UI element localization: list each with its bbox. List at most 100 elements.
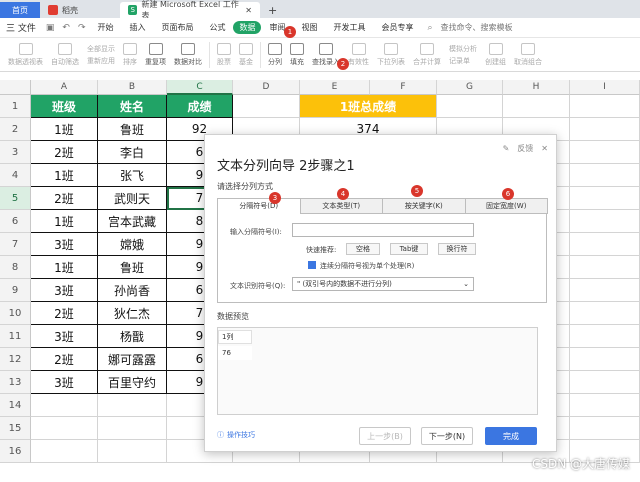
grid-cell[interactable]: [98, 417, 167, 440]
finish-button[interactable]: 完成: [485, 427, 537, 445]
grid-cell[interactable]: [570, 95, 640, 118]
row-header[interactable]: 8: [0, 256, 31, 279]
grid-cell[interactable]: [98, 394, 167, 417]
grid-cell[interactable]: [570, 233, 640, 256]
table-cell[interactable]: 宫本武藏: [98, 210, 167, 233]
duplicate-button[interactable]: 重复项: [141, 39, 170, 71]
simulate-button[interactable]: 模拟分析: [449, 44, 477, 54]
tab-document[interactable]: S 新建 Microsoft Excel 工作表 ✕: [120, 0, 260, 20]
tab-fixed-width[interactable]: 固定宽度(W): [464, 198, 548, 214]
table-header-cell[interactable]: 姓名: [98, 95, 167, 118]
table-cell[interactable]: 1班: [31, 118, 98, 141]
table-cell[interactable]: 3班: [31, 371, 98, 394]
grid-cell[interactable]: [570, 187, 640, 210]
grid-cell[interactable]: [570, 279, 640, 302]
table-cell[interactable]: 1班: [31, 164, 98, 187]
menu-formula[interactable]: 公式: [201, 22, 233, 33]
menu-layout[interactable]: 页面布局: [153, 22, 201, 33]
close-icon[interactable]: ✕: [245, 6, 252, 15]
feedback-icon[interactable]: ✎: [503, 144, 510, 153]
row-header[interactable]: 1: [0, 95, 31, 118]
row-header[interactable]: 7: [0, 233, 31, 256]
grid-cell[interactable]: [31, 440, 98, 463]
file-menu[interactable]: 三 文件: [0, 21, 42, 34]
table-cell[interactable]: 2班: [31, 187, 98, 210]
table-cell[interactable]: 李白: [98, 141, 167, 164]
ungroup-button[interactable]: 取消组合: [510, 39, 546, 71]
table-cell[interactable]: 张飞: [98, 164, 167, 187]
table-cell[interactable]: 3班: [31, 279, 98, 302]
column-header[interactable]: B: [98, 80, 167, 95]
grid-cell[interactable]: [503, 95, 570, 118]
close-icon[interactable]: ✕: [541, 144, 548, 153]
consecutive-checkbox[interactable]: [308, 261, 316, 269]
grid-cell[interactable]: [570, 348, 640, 371]
group-button[interactable]: 创建组: [481, 39, 510, 71]
quick-newline-button[interactable]: 换行符: [438, 243, 476, 255]
redo-icon[interactable]: ↷: [74, 23, 90, 33]
tab-keyword[interactable]: 按关键字(K): [382, 198, 466, 214]
pivot-button[interactable]: 数据透视表: [4, 39, 47, 71]
show-all-button[interactable]: 全部显示: [87, 44, 115, 54]
grid-cell[interactable]: [570, 417, 640, 440]
menu-dev[interactable]: 开发工具: [325, 22, 373, 33]
menu-view[interactable]: 视图: [293, 22, 325, 33]
grid-cell[interactable]: [31, 417, 98, 440]
grid-cell[interactable]: [570, 141, 640, 164]
menu-member[interactable]: 会员专享: [373, 22, 421, 33]
table-cell[interactable]: 鲁班: [98, 256, 167, 279]
grid-cell[interactable]: [98, 440, 167, 463]
row-header[interactable]: 4: [0, 164, 31, 187]
feedback-link[interactable]: 反馈: [517, 143, 533, 154]
qualifier-select[interactable]: " (双引号内的数据不进行分列) ⌄: [292, 277, 474, 291]
grid-cell[interactable]: [570, 371, 640, 394]
autofilter-button[interactable]: 自动筛选: [47, 39, 83, 71]
column-header[interactable]: D: [233, 80, 300, 95]
table-cell[interactable]: 鲁班: [98, 118, 167, 141]
table-cell[interactable]: 武则天: [98, 187, 167, 210]
table-cell[interactable]: 2班: [31, 302, 98, 325]
grid-cell[interactable]: [570, 394, 640, 417]
separator-input[interactable]: [292, 223, 474, 237]
stock-button[interactable]: 股票: [213, 39, 235, 71]
row-header[interactable]: 2: [0, 118, 31, 141]
row-header[interactable]: 14: [0, 394, 31, 417]
table-cell[interactable]: 2班: [31, 348, 98, 371]
record-button[interactable]: 记录单: [449, 56, 477, 66]
summary-header-cell[interactable]: 1班总成绩: [300, 95, 437, 118]
dropdown-list-button[interactable]: 下拉列表: [373, 39, 409, 71]
row-header[interactable]: 6: [0, 210, 31, 233]
table-cell[interactable]: 1班: [31, 210, 98, 233]
column-header[interactable]: H: [503, 80, 570, 95]
search-command[interactable]: 查找命令、搜索模板: [433, 22, 521, 33]
prev-button[interactable]: 上一步(B): [359, 427, 411, 445]
table-cell[interactable]: 2班: [31, 141, 98, 164]
table-cell[interactable]: 嫦娥: [98, 233, 167, 256]
reapply-button[interactable]: 重新应用: [87, 56, 115, 66]
grid-cell[interactable]: [233, 95, 300, 118]
table-cell[interactable]: 孙尚香: [98, 279, 167, 302]
tab-delimiter[interactable]: 分隔符号(D): [217, 198, 301, 214]
row-header[interactable]: 15: [0, 417, 31, 440]
select-all-corner[interactable]: [0, 80, 31, 95]
undo-icon[interactable]: ↶: [58, 23, 74, 33]
compare-button[interactable]: 数据对比: [170, 39, 206, 71]
grid-cell[interactable]: [570, 118, 640, 141]
table-header-cell[interactable]: 班级: [31, 95, 98, 118]
row-header[interactable]: 13: [0, 371, 31, 394]
table-cell[interactable]: 百里守约: [98, 371, 167, 394]
grid-cell[interactable]: [570, 302, 640, 325]
table-cell[interactable]: 3班: [31, 233, 98, 256]
quick-space-button[interactable]: 空格: [346, 243, 380, 255]
row-header[interactable]: 3: [0, 141, 31, 164]
fund-button[interactable]: 基金: [235, 39, 257, 71]
row-header[interactable]: 9: [0, 279, 31, 302]
row-header[interactable]: 11: [0, 325, 31, 348]
menu-data[interactable]: 数据: [233, 21, 262, 34]
row-header[interactable]: 5: [0, 187, 31, 210]
row-header[interactable]: 10: [0, 302, 31, 325]
save-icon[interactable]: ▣: [42, 23, 59, 33]
column-header[interactable]: G: [437, 80, 503, 95]
table-cell[interactable]: 1班: [31, 256, 98, 279]
new-tab-button[interactable]: +: [260, 2, 285, 18]
